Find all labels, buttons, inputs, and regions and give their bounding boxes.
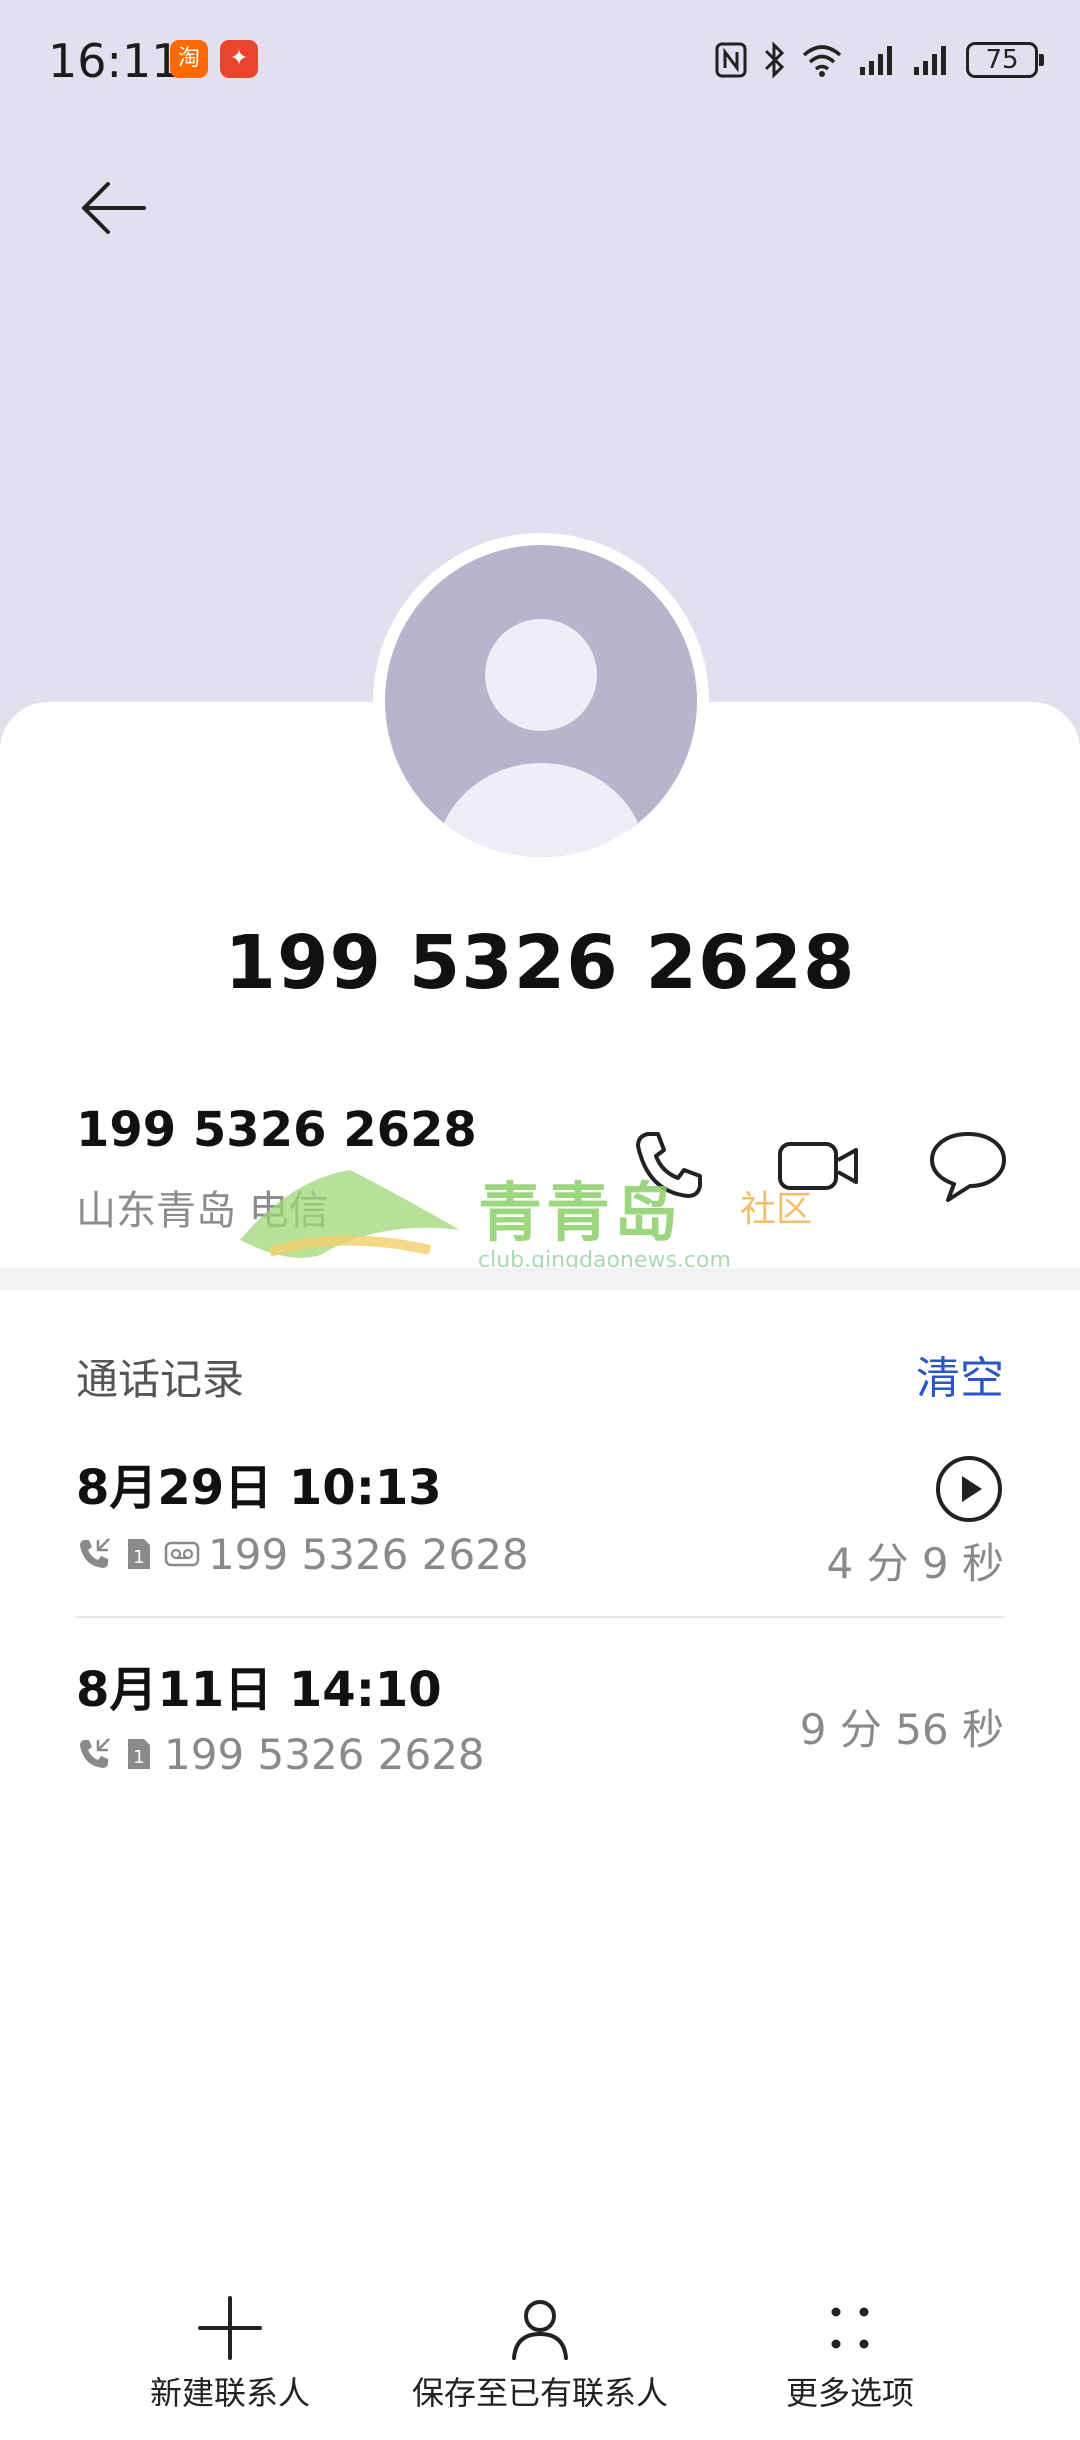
red-app-icon: ✦ — [220, 40, 258, 78]
back-arrow-icon[interactable] — [78, 172, 150, 244]
incoming-call-icon — [80, 1738, 110, 1768]
phone-call-icon[interactable] — [626, 1124, 710, 1208]
row-divider — [76, 1616, 1004, 1618]
signal-icon — [860, 46, 892, 75]
voicemail-icon — [164, 1541, 200, 1567]
contact-title-number: 199 5326 2628 — [224, 920, 856, 1006]
svg-text:1: 1 — [133, 1747, 144, 1768]
call-log-number: 199 5326 2628 — [208, 1529, 529, 1579]
clear-call-log-button[interactable]: 清空 — [916, 1342, 1004, 1406]
save-existing-label: 保存至已有联系人 — [411, 2374, 668, 2412]
signal-icon-2 — [914, 46, 946, 75]
call-log-title: 通话记录 — [76, 1355, 245, 1404]
play-recording-icon[interactable] — [934, 1454, 1004, 1524]
call-log-date[interactable]: 8月29日 10:13 — [76, 1448, 442, 1518]
wifi-icon — [802, 45, 842, 77]
number-location: 山东青岛 电信 — [76, 1188, 329, 1234]
sim-card-icon: 1 — [128, 1539, 150, 1569]
new-contact-button[interactable]: 新建联系人 — [130, 2296, 330, 2414]
status-icons: 75 — [714, 36, 1044, 84]
call-log-date[interactable]: 8月11日 14:10 — [76, 1650, 442, 1720]
person-icon — [435, 619, 647, 857]
battery-icon: 75 — [966, 42, 1044, 78]
status-time: 16:11 — [48, 34, 181, 88]
call-log-number: 199 5326 2628 — [164, 1729, 485, 1779]
more-options-button[interactable]: 更多选项 — [750, 2296, 950, 2414]
plus-icon — [198, 2296, 262, 2360]
person-icon — [512, 2300, 568, 2360]
incoming-call-icon — [80, 1538, 110, 1568]
taobao-app-icon: 淘 — [170, 40, 208, 78]
nfc-icon — [715, 42, 747, 78]
phone-number[interactable]: 199 5326 2628 — [76, 1102, 477, 1158]
call-log-detail: 1 199 5326 2628 — [76, 1529, 529, 1579]
call-log-detail: 1 199 5326 2628 — [76, 1729, 485, 1779]
new-contact-label: 新建联系人 — [149, 2374, 310, 2412]
section-divider — [0, 1268, 1080, 1290]
more-dots-icon — [831, 2307, 869, 2349]
call-duration: 9 分 56 秒 — [799, 1705, 1004, 1754]
bluetooth-icon — [764, 41, 785, 79]
sim-card-icon: 1 — [128, 1739, 150, 1769]
video-call-icon[interactable] — [776, 1124, 860, 1208]
svg-text:1: 1 — [133, 1547, 144, 1568]
save-existing-contact-button[interactable]: 保存至已有联系人 — [400, 2296, 680, 2414]
message-icon[interactable] — [926, 1124, 1010, 1208]
more-options-label: 更多选项 — [785, 2374, 914, 2412]
call-duration: 4 分 9 秒 — [826, 1539, 1005, 1588]
avatar[interactable] — [373, 533, 709, 869]
status-bar: 16:11 淘 ✦ 75 — [0, 0, 1080, 120]
